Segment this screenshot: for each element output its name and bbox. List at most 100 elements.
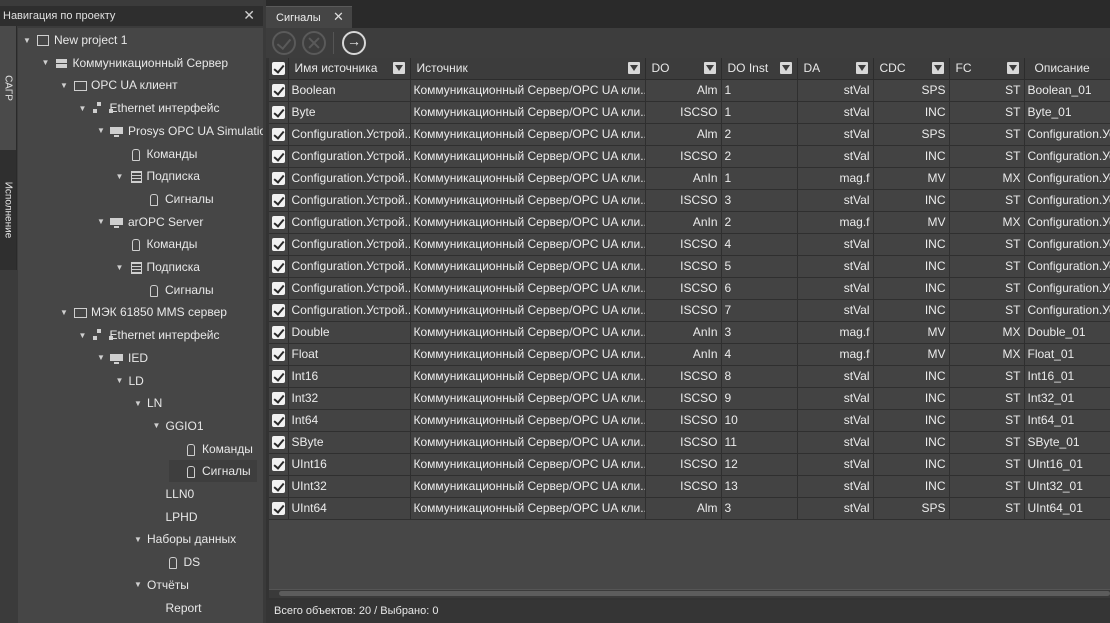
table-cell[interactable]: ISCSO (645, 409, 722, 432)
expand-arrow-icon[interactable]: ▼ (21, 36, 33, 45)
table-cell[interactable]: Int32 (288, 387, 411, 410)
table-cell[interactable]: Boolean (288, 79, 411, 102)
row-checkbox[interactable] (269, 211, 289, 234)
table-cell[interactable]: Alm (645, 79, 722, 102)
table-cell[interactable]: ST (949, 79, 1025, 102)
table-cell[interactable]: MX (949, 343, 1025, 366)
table-cell[interactable]: INC (873, 101, 950, 124)
table-cell[interactable]: ISCSO (645, 255, 722, 278)
expand-arrow-icon[interactable]: ▼ (114, 376, 126, 385)
table-cell[interactable]: mag.f (797, 167, 874, 190)
table-cell[interactable]: stVal (797, 123, 874, 146)
table-cell[interactable]: ISCSO (645, 387, 722, 410)
table-cell[interactable]: Configuration.Устрой... (288, 123, 411, 146)
column-cdc[interactable]: CDC (873, 58, 950, 80)
row-checkbox[interactable] (269, 387, 289, 410)
table-cell[interactable]: MX (949, 167, 1025, 190)
column-do[interactable]: DO (645, 58, 722, 80)
close-icon[interactable]: ✕ (243, 7, 255, 24)
export-button[interactable] (342, 31, 366, 55)
table-cell[interactable]: ST (949, 189, 1025, 212)
table-cell[interactable]: 2 (721, 145, 798, 168)
table-cell[interactable]: Коммуникационный Сервер/OPC UA кли... (410, 277, 646, 300)
expand-arrow-icon[interactable]: ▼ (95, 353, 107, 362)
table-cell[interactable]: Configuration.Ус (1024, 299, 1110, 322)
table-row[interactable]: Float Коммуникационный Сервер/OPC UA кли.… (269, 343, 1110, 366)
tree-item[interactable]: ▼ Подписка (114, 256, 200, 278)
select-all-checkbox[interactable] (269, 58, 289, 80)
row-checkbox[interactable] (269, 189, 289, 212)
table-cell[interactable]: ST (949, 233, 1025, 256)
table-cell[interactable]: Коммуникационный Сервер/OPC UA кли... (410, 365, 646, 388)
column-do-inst[interactable]: DO Inst (721, 58, 798, 80)
table-row[interactable]: Configuration.Устрой... Коммуникационный … (269, 233, 1110, 256)
table-cell[interactable]: ST (949, 453, 1025, 476)
table-cell[interactable]: ST (949, 475, 1025, 498)
table-cell[interactable]: Коммуникационный Сервер/OPC UA кли... (410, 145, 646, 168)
table-cell[interactable]: 4 (721, 233, 798, 256)
tree-item[interactable]: LPHD (151, 506, 198, 528)
table-cell[interactable]: UInt64 (288, 497, 411, 520)
table-cell[interactable]: 9 (721, 387, 798, 410)
table-cell[interactable]: SPS (873, 123, 950, 146)
row-checkbox[interactable] (269, 475, 289, 498)
table-row[interactable]: Configuration.Устрой... Коммуникационный … (269, 255, 1110, 278)
table-cell[interactable]: INC (873, 145, 950, 168)
table-row[interactable]: Int32 Коммуникационный Сервер/OPC UA кли.… (269, 387, 1110, 410)
table-cell[interactable]: stVal (797, 497, 874, 520)
column-source-name[interactable]: Имя источника (288, 58, 411, 80)
table-cell[interactable]: Double (288, 321, 411, 344)
table-cell[interactable]: UInt32 (288, 475, 411, 498)
table-cell[interactable]: ISCSO (645, 453, 722, 476)
expand-arrow-icon[interactable]: ▼ (132, 535, 144, 544)
table-cell[interactable]: Коммуникационный Сервер/OPC UA кли... (410, 387, 646, 410)
row-checkbox[interactable] (269, 409, 289, 432)
row-checkbox[interactable] (269, 167, 289, 190)
table-cell[interactable]: Configuration.Устрой... (288, 167, 411, 190)
table-cell[interactable]: Configuration.Устрой... (288, 299, 411, 322)
expand-arrow-icon[interactable]: ▼ (58, 81, 70, 90)
row-checkbox[interactable] (269, 343, 289, 366)
table-cell[interactable]: Коммуникационный Сервер/OPC UA кли... (410, 453, 646, 476)
table-cell[interactable]: Configuration.Устрой... (288, 189, 411, 212)
tree-item[interactable]: ▼ Prosys OPC UA Simulation (95, 120, 263, 142)
table-cell[interactable]: ISCSO (645, 277, 722, 300)
table-cell[interactable]: Boolean_01 (1024, 79, 1110, 102)
tree-item[interactable]: ▼ OPC UA клиент (58, 74, 178, 96)
table-cell[interactable]: AnIn (645, 343, 722, 366)
table-cell[interactable]: Int16 (288, 365, 411, 388)
table-cell[interactable]: ST (949, 255, 1025, 278)
tree-item[interactable]: ▼ Подписка (114, 165, 200, 187)
table-cell[interactable]: Configuration.Ус (1024, 145, 1110, 168)
tree-item[interactable]: Команды (169, 438, 253, 460)
table-cell[interactable]: stVal (797, 189, 874, 212)
table-cell[interactable]: ISCSO (645, 101, 722, 124)
table-cell[interactable]: Configuration.Ус (1024, 233, 1110, 256)
table-cell[interactable]: Byte (288, 101, 411, 124)
table-cell[interactable]: ISCSO (645, 431, 722, 454)
table-cell[interactable]: INC (873, 299, 950, 322)
table-cell[interactable]: Коммуникационный Сервер/OPC UA кли... (410, 123, 646, 146)
table-cell[interactable]: ST (949, 431, 1025, 454)
table-row[interactable]: Configuration.Устрой... Коммуникационный … (269, 145, 1110, 168)
filter-icon[interactable] (931, 62, 944, 74)
table-cell[interactable]: INC (873, 431, 950, 454)
row-checkbox[interactable] (269, 277, 289, 300)
filter-icon[interactable] (855, 62, 868, 74)
table-row[interactable]: Boolean Коммуникационный Сервер/OPC UA кл… (269, 79, 1110, 102)
table-cell[interactable]: ISCSO (645, 233, 722, 256)
table-cell[interactable]: stVal (797, 431, 874, 454)
table-cell[interactable]: 4 (721, 343, 798, 366)
close-tab-icon[interactable]: ✕ (333, 9, 344, 25)
column-fc[interactable]: FC (949, 58, 1025, 80)
table-cell[interactable]: stVal (797, 453, 874, 476)
table-cell[interactable]: 3 (721, 321, 798, 344)
tree-item[interactable]: ▼ GGIO1 (151, 415, 204, 437)
table-cell[interactable]: stVal (797, 145, 874, 168)
side-tab-sagr[interactable]: САГР (0, 26, 17, 150)
table-cell[interactable]: Configuration.Ус (1024, 211, 1110, 234)
row-checkbox[interactable] (269, 431, 289, 454)
table-cell[interactable]: 1 (721, 79, 798, 102)
table-cell[interactable]: MV (873, 343, 950, 366)
table-row[interactable]: Configuration.Устрой... Коммуникационный … (269, 189, 1110, 212)
